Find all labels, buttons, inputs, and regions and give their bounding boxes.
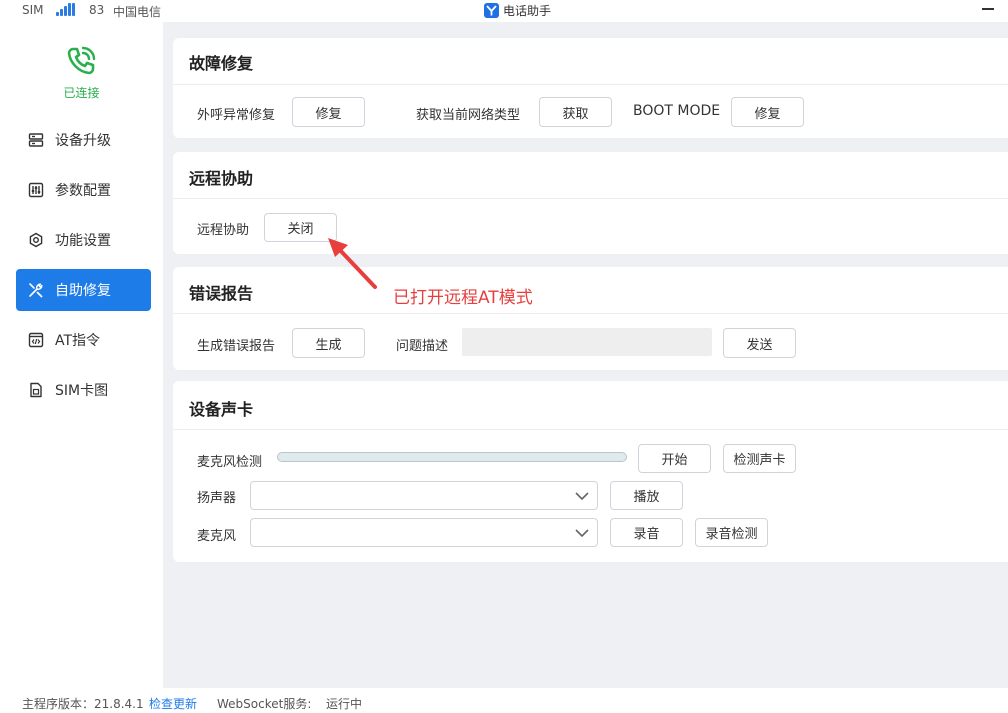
send-report-button[interactable]: 发送: [723, 328, 796, 358]
sidebar-item-self-repair[interactable]: 自助修复: [16, 269, 151, 311]
connection-status: 已连接: [63, 86, 100, 100]
card-title: 错误报告: [189, 284, 254, 303]
sidebar-item-label: 功能设置: [55, 233, 111, 249]
sidebar: 已连接 设备升级 参数配置 功能设置 自助修复 AT指令 SIM卡图: [0, 22, 163, 688]
websocket-label: WebSocket服务:: [217, 697, 312, 711]
divider: [173, 313, 1008, 314]
server-icon: [28, 132, 44, 148]
annotation-text: 已打开远程AT模式: [393, 288, 533, 308]
main-content: 故障修复 外呼异常修复 修复 获取当前网络类型 获取 BOOT MODE 修复 …: [163, 22, 1008, 688]
sidebar-item-device-upgrade[interactable]: 设备升级: [16, 119, 151, 161]
check-update-link[interactable]: 检查更新: [149, 695, 197, 712]
record-button[interactable]: 录音: [610, 518, 683, 547]
mic-test-label: 麦克风检测: [197, 455, 263, 470]
sound-card-card: 设备声卡 麦克风检测 开始 检测声卡 扬声器 播放 麦克风 录音 录音检测: [173, 381, 1008, 562]
divider: [173, 429, 1008, 430]
error-report-card: 错误报告 生成错误报告 生成 问题描述 发送: [173, 267, 1008, 370]
outcall-repair-button[interactable]: 修复: [292, 97, 365, 127]
card-title: 故障修复: [189, 54, 254, 73]
sliders-icon: [28, 182, 44, 198]
divider: [173, 198, 1008, 199]
sidebar-item-function-settings[interactable]: 功能设置: [16, 219, 151, 261]
phone-connected-icon: [67, 46, 96, 75]
tools-icon: [28, 282, 44, 298]
speaker-label: 扬声器: [197, 491, 237, 506]
speaker-select[interactable]: [250, 481, 598, 510]
detect-sound-card-button[interactable]: 检测声卡: [723, 444, 796, 473]
chevron-down-icon: [575, 529, 589, 538]
boot-mode-repair-button[interactable]: 修复: [731, 97, 804, 127]
sidebar-item-label: 参数配置: [55, 183, 111, 199]
chevron-down-icon: [575, 492, 589, 501]
annotation-arrow-icon: [328, 238, 377, 289]
generate-report-label: 生成错误报告: [197, 339, 276, 354]
get-network-type-button[interactable]: 获取: [539, 97, 612, 127]
card-title: 远程协助: [189, 169, 254, 188]
code-icon: [28, 332, 44, 348]
signal-strength-icon: [56, 3, 76, 16]
play-button[interactable]: 播放: [610, 481, 683, 510]
sidebar-item-label: 自助修复: [55, 283, 111, 299]
sidebar-item-label: 设备升级: [55, 133, 111, 149]
outcall-repair-label: 外呼异常修复: [197, 108, 276, 123]
sidebar-item-at-command[interactable]: AT指令: [16, 319, 151, 361]
minimize-button[interactable]: [982, 8, 994, 10]
title-bar: SIM 83 中国电信 电话助手: [0, 0, 1008, 22]
signal-value: 83: [89, 3, 105, 17]
card-title: 设备声卡: [189, 400, 254, 419]
problem-desc-label: 问题描述: [396, 339, 449, 354]
microphone-label: 麦克风: [197, 529, 237, 544]
start-mic-test-button[interactable]: 开始: [638, 444, 711, 473]
app-title: 电话助手: [484, 2, 551, 19]
record-test-button[interactable]: 录音检测: [695, 518, 768, 547]
divider: [173, 84, 1008, 85]
generate-report-button[interactable]: 生成: [292, 328, 365, 358]
gear-icon: [28, 232, 44, 248]
sidebar-item-label: AT指令: [55, 333, 101, 349]
carrier-name: 中国电信: [113, 5, 162, 19]
app-logo-icon: [484, 3, 499, 18]
status-bar: 主程序版本：21.8.4.1 检查更新 WebSocket服务: 运行中: [0, 688, 1008, 713]
network-type-label: 获取当前网络类型: [416, 108, 521, 123]
websocket-status: 运行中: [326, 697, 363, 711]
sidebar-item-label: SIM卡图: [55, 383, 109, 399]
problem-desc-input[interactable]: [462, 328, 712, 356]
repair-card: 故障修复 外呼异常修复 修复 获取当前网络类型 获取 BOOT MODE 修复: [173, 38, 1008, 138]
microphone-select[interactable]: [250, 518, 598, 547]
remote-assist-card: 远程协助 远程协助 关闭: [173, 152, 1008, 254]
sidebar-item-param-config[interactable]: 参数配置: [16, 169, 151, 211]
version-label: 主程序版本：21.8.4.1: [22, 697, 144, 711]
sim-card-icon: [28, 382, 44, 398]
mic-level-meter: [277, 452, 627, 462]
app-title-text: 电话助手: [503, 4, 552, 18]
sidebar-item-sim-card[interactable]: SIM卡图: [16, 369, 151, 411]
remote-assist-label: 远程协助: [197, 223, 250, 238]
sim-label: SIM: [22, 3, 44, 17]
boot-mode-label: BOOT MODE: [633, 103, 721, 119]
